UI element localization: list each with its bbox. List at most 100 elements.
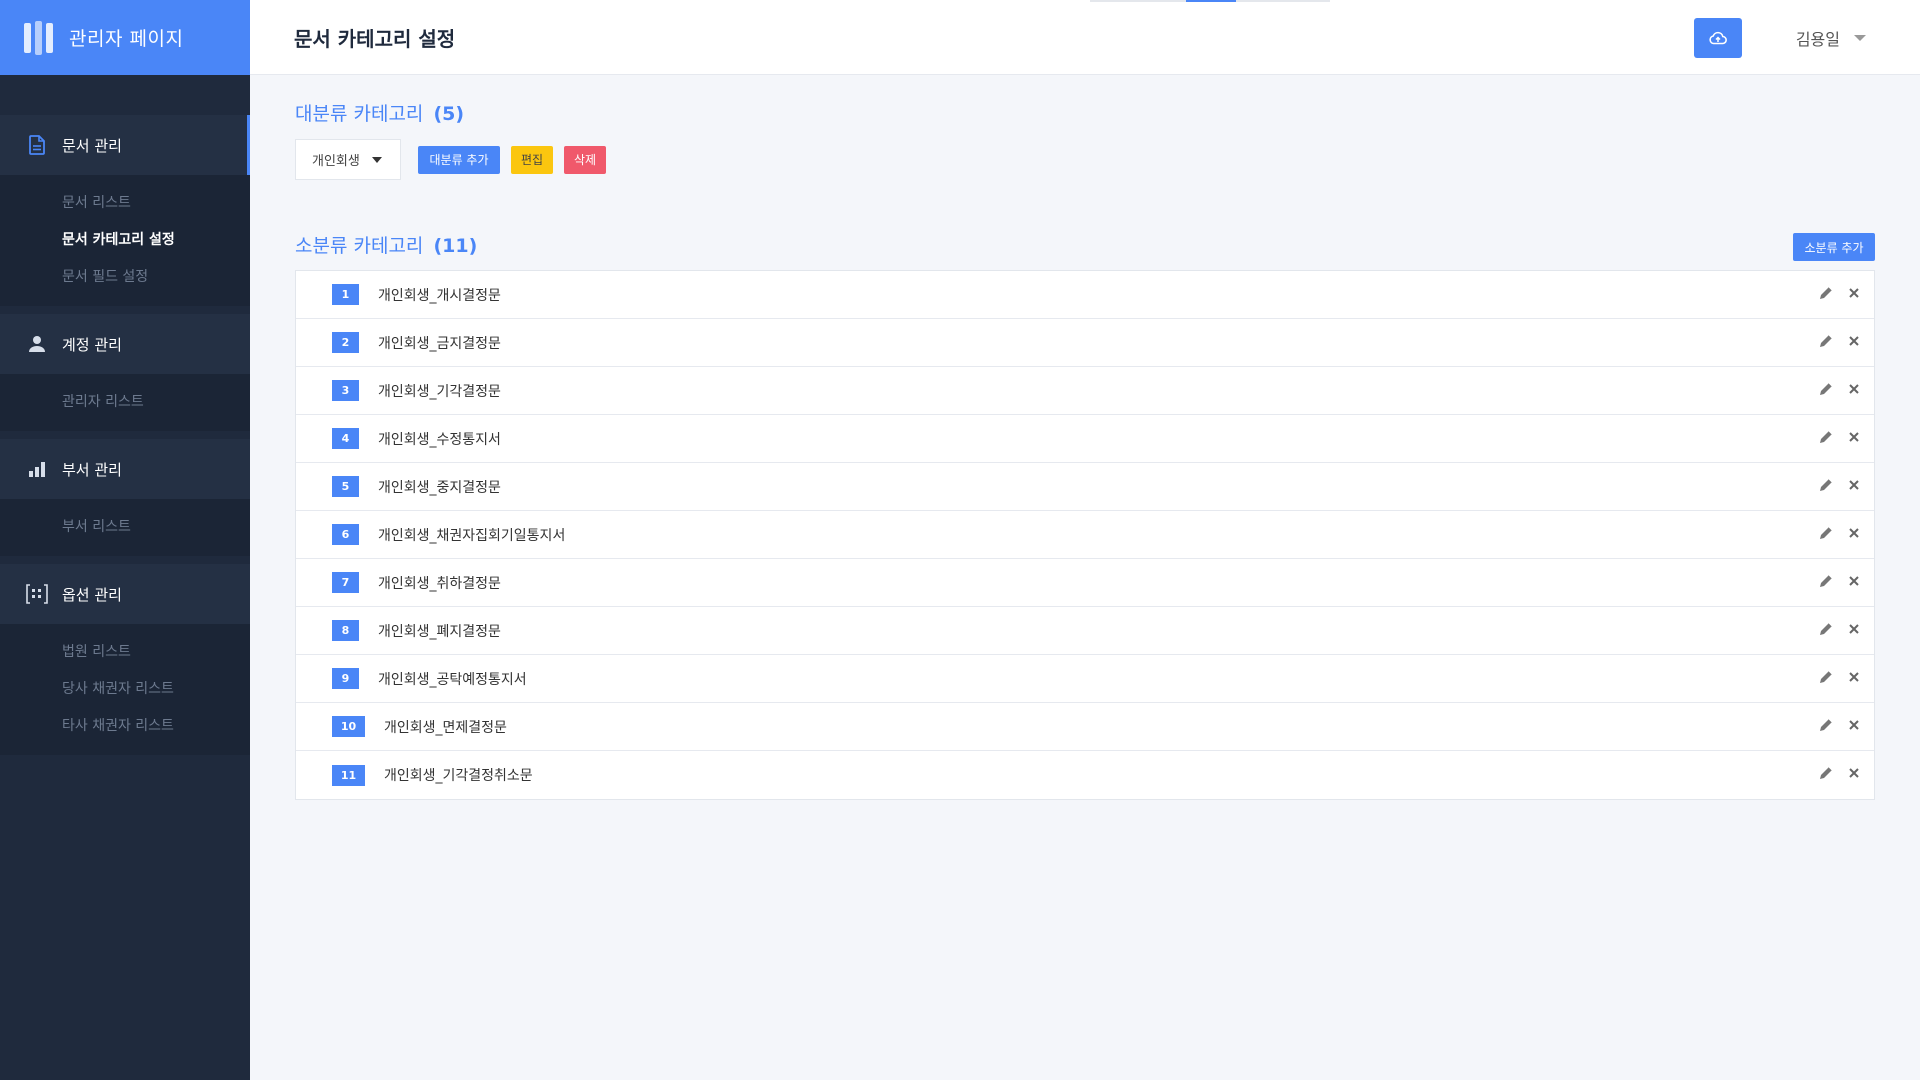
nav-submenu: 법원 리스트 당사 채권자 리스트 타사 채권자 리스트 bbox=[0, 624, 250, 755]
delete-major-category-button[interactable]: 삭제 bbox=[564, 145, 606, 174]
table-row[interactable]: 3 개인회생_기각결정문 bbox=[296, 367, 1874, 415]
table-row[interactable]: 10 개인회생_면제결정문 bbox=[296, 703, 1874, 751]
edit-pencil-icon[interactable] bbox=[1818, 477, 1834, 493]
minor-category-heading: 소분류 카테고리 (11) bbox=[295, 231, 477, 258]
cloud-upload-icon bbox=[1709, 31, 1727, 45]
add-minor-category-button[interactable]: 소분류 추가 bbox=[1793, 233, 1875, 261]
sidebar-item-options[interactable]: 옵션 관리 bbox=[0, 564, 250, 624]
sidebar-item-court-list[interactable]: 법원 리스트 bbox=[0, 632, 250, 669]
edit-major-category-button[interactable]: 편집 bbox=[511, 145, 553, 174]
table-row[interactable]: 9 개인회생_공탁예정통지서 bbox=[296, 655, 1874, 703]
row-number-badge: 10 bbox=[332, 716, 365, 737]
sidebar: 관리자 페이지 문서 관리 문서 리스트 문서 카테고리 설정 문서 필드 설정 bbox=[0, 0, 250, 1080]
sidebar-item-departments[interactable]: 부서 관리 bbox=[0, 439, 250, 499]
table-row[interactable]: 4 개인회생_수정통지서 bbox=[296, 415, 1874, 463]
major-category-controls: 개인회생 대분류 추가 편집 삭제 bbox=[295, 139, 606, 180]
delete-close-icon[interactable] bbox=[1848, 767, 1860, 779]
nav-submenu: 문서 리스트 문서 카테고리 설정 문서 필드 설정 bbox=[0, 175, 250, 306]
topbar: 문서 카테고리 설정 김용일 bbox=[250, 0, 1920, 75]
delete-close-icon[interactable] bbox=[1848, 527, 1860, 539]
table-row[interactable]: 6 개인회생_채권자집회기일통지서 bbox=[296, 511, 1874, 559]
edit-pencil-icon[interactable] bbox=[1818, 765, 1834, 781]
nav-submenu: 관리자 리스트 bbox=[0, 374, 250, 431]
edit-pencil-icon[interactable] bbox=[1818, 669, 1834, 685]
row-actions bbox=[1818, 429, 1860, 445]
sidebar-item-admin-list[interactable]: 관리자 리스트 bbox=[0, 382, 250, 419]
nav-submenu: 부서 리스트 bbox=[0, 499, 250, 556]
table-row[interactable]: 5 개인회생_중지결정문 bbox=[296, 463, 1874, 511]
delete-close-icon[interactable] bbox=[1848, 479, 1860, 491]
table-row[interactable]: 8 개인회생_폐지결정문 bbox=[296, 607, 1874, 655]
row-actions bbox=[1818, 573, 1860, 589]
edit-pencil-icon[interactable] bbox=[1818, 573, 1834, 589]
edit-pencil-icon[interactable] bbox=[1818, 285, 1834, 301]
sidebar-item-documents[interactable]: 문서 관리 bbox=[0, 115, 250, 175]
minor-category-list: 1 개인회생_개시결정문 2 개인회생_금지결정문 3 개인회생_기각결정문 4 개인회생_수… bbox=[295, 270, 1875, 800]
major-category-heading: 대분류 카테고리 (5) bbox=[295, 99, 464, 126]
brand-bar[interactable]: 관리자 페이지 bbox=[0, 0, 250, 75]
user-menu[interactable]: 김용일 bbox=[1796, 26, 1866, 50]
page-title: 문서 카테고리 설정 bbox=[294, 26, 456, 51]
bar-chart-icon bbox=[26, 458, 48, 480]
sidebar-item-own-creditor-list[interactable]: 당사 채권자 리스트 bbox=[0, 669, 250, 706]
cloud-upload-button[interactable] bbox=[1694, 18, 1742, 58]
sidebar-item-other-creditor-list[interactable]: 타사 채권자 리스트 bbox=[0, 706, 250, 743]
row-number-badge: 2 bbox=[332, 332, 359, 353]
row-number-badge: 5 bbox=[332, 476, 359, 497]
nav-group-departments: 부서 관리 부서 리스트 bbox=[0, 439, 250, 556]
sidebar-item-department-list[interactable]: 부서 리스트 bbox=[0, 507, 250, 544]
delete-close-icon[interactable] bbox=[1848, 287, 1860, 299]
edit-pencil-icon[interactable] bbox=[1818, 525, 1834, 541]
delete-close-icon[interactable] bbox=[1848, 431, 1860, 443]
row-label: 개인회생_면제결정문 bbox=[384, 719, 507, 736]
row-label: 개인회생_기각결정문 bbox=[378, 383, 501, 400]
sidebar-item-accounts[interactable]: 계정 관리 bbox=[0, 314, 250, 374]
add-major-category-button[interactable]: 대분류 추가 bbox=[418, 145, 500, 174]
row-actions bbox=[1818, 285, 1860, 301]
nav-group-documents: 문서 관리 문서 리스트 문서 카테고리 설정 문서 필드 설정 bbox=[0, 115, 250, 306]
row-number-badge: 3 bbox=[332, 380, 359, 401]
row-label: 개인회생_금지결정문 bbox=[378, 335, 501, 352]
row-actions bbox=[1818, 669, 1860, 685]
top-indicator bbox=[1090, 0, 1330, 2]
person-icon bbox=[26, 333, 48, 355]
delete-close-icon[interactable] bbox=[1848, 623, 1860, 635]
sidebar-item-document-field[interactable]: 문서 필드 설정 bbox=[0, 257, 250, 294]
major-category-selected: 개인회생 bbox=[312, 154, 360, 169]
user-name: 김용일 bbox=[1795, 30, 1840, 49]
delete-close-icon[interactable] bbox=[1848, 383, 1860, 395]
edit-pencil-icon[interactable] bbox=[1818, 381, 1834, 397]
sidebar-item-label: 옵션 관리 bbox=[62, 585, 122, 604]
edit-pencil-icon[interactable] bbox=[1818, 621, 1834, 637]
table-row[interactable]: 11 개인회생_기각결정취소문 bbox=[296, 751, 1874, 799]
row-actions bbox=[1818, 381, 1860, 397]
sidebar-item-document-category[interactable]: 문서 카테고리 설정 bbox=[0, 220, 250, 257]
delete-close-icon[interactable] bbox=[1848, 719, 1860, 731]
nav-group-accounts: 계정 관리 관리자 리스트 bbox=[0, 314, 250, 431]
sidebar-item-label: 부서 관리 bbox=[62, 460, 122, 479]
table-row[interactable]: 7 개인회생_취하결정문 bbox=[296, 559, 1874, 607]
row-number-badge: 7 bbox=[332, 572, 359, 593]
delete-close-icon[interactable] bbox=[1848, 335, 1860, 347]
sidebar-item-document-list[interactable]: 문서 리스트 bbox=[0, 183, 250, 220]
row-label: 개인회생_폐지결정문 bbox=[378, 623, 501, 640]
major-category-select[interactable]: 개인회생 bbox=[295, 139, 401, 180]
table-row[interactable]: 1 개인회생_개시결정문 bbox=[296, 271, 1874, 319]
delete-close-icon[interactable] bbox=[1848, 671, 1860, 683]
row-actions bbox=[1818, 477, 1860, 493]
edit-pencil-icon[interactable] bbox=[1818, 717, 1834, 733]
delete-close-icon[interactable] bbox=[1848, 575, 1860, 587]
minor-category-count: (11) bbox=[433, 235, 478, 257]
sidebar-item-label: 계정 관리 bbox=[62, 335, 122, 354]
table-row[interactable]: 2 개인회생_금지결정문 bbox=[296, 319, 1874, 367]
minor-category-title: 소분류 카테고리 bbox=[295, 235, 424, 257]
document-icon bbox=[26, 134, 48, 156]
nav-group-options: 옵션 관리 법원 리스트 당사 채권자 리스트 타사 채권자 리스트 bbox=[0, 564, 250, 755]
edit-pencil-icon[interactable] bbox=[1818, 333, 1834, 349]
edit-pencil-icon[interactable] bbox=[1818, 429, 1834, 445]
row-label: 개인회생_기각결정취소문 bbox=[384, 768, 533, 784]
row-number-badge: 8 bbox=[332, 620, 359, 641]
row-actions bbox=[1818, 525, 1860, 541]
row-label: 개인회생_중지결정문 bbox=[378, 479, 501, 496]
row-number-badge: 1 bbox=[332, 284, 359, 305]
